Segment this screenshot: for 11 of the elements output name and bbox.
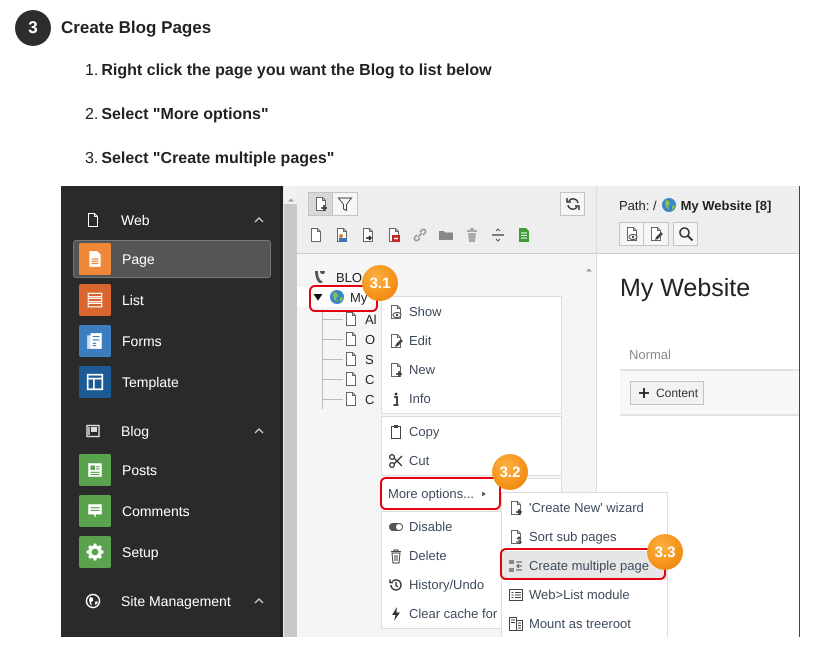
list-number: 2. — [85, 106, 98, 124]
instruction-text: Select "More options" — [101, 106, 269, 124]
column-label: Normal — [628, 347, 672, 364]
list-number: 3. — [85, 150, 98, 168]
page-title: My Website — [620, 274, 752, 303]
instruction-text: Select "Create multiple pages" — [101, 150, 334, 168]
list-number: 1. — [85, 62, 98, 80]
step-title: Create Blog Pages — [61, 18, 212, 38]
path-label: Path: / — [619, 198, 657, 212]
instruction-text: Right click the page you want the Blog to list below — [101, 62, 492, 80]
step-number: 3 — [15, 10, 51, 46]
